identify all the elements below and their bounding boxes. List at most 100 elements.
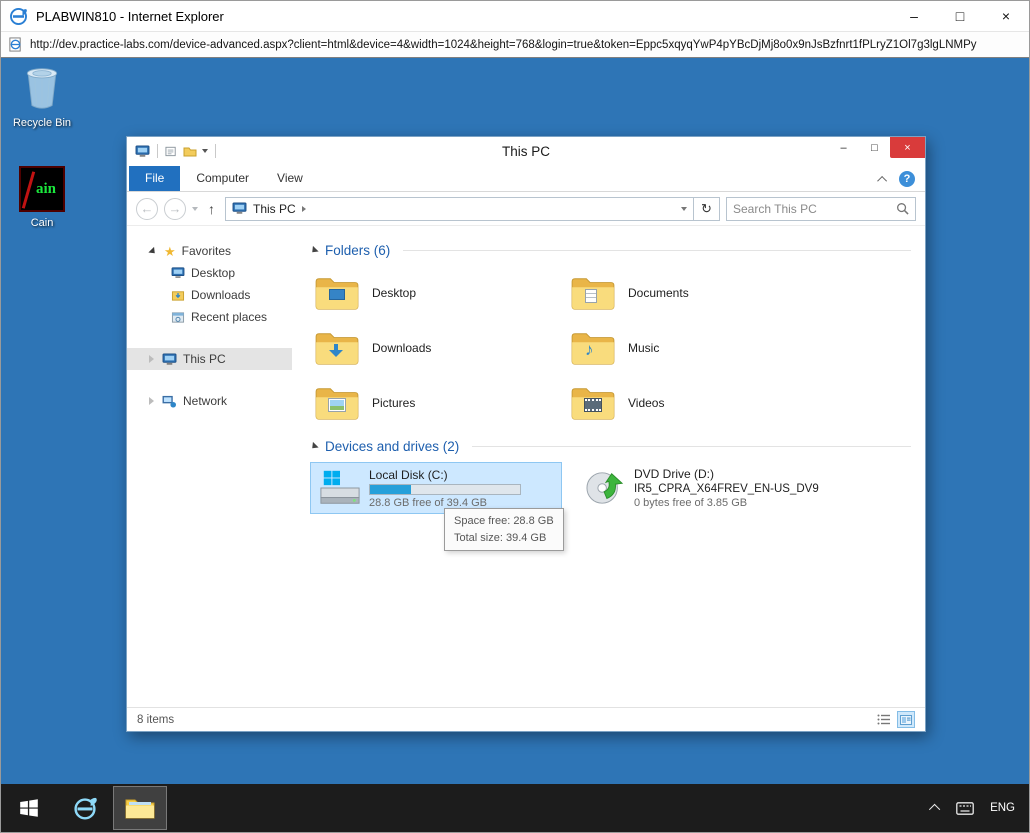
group-collapse-icon[interactable] bbox=[309, 245, 318, 254]
navigation-pane: ★ Favorites Desktop bbox=[127, 226, 292, 707]
desktop-icon bbox=[171, 267, 185, 279]
search-input[interactable] bbox=[727, 202, 896, 216]
explorer-titlebar[interactable]: This PC – □ × bbox=[127, 137, 925, 165]
folder-item-music[interactable]: Music bbox=[566, 320, 822, 375]
drive-free-space: 28.8 GB free of 39.4 GB bbox=[369, 497, 521, 509]
tooltip-space-free: Space free: 28.8 GB bbox=[454, 513, 554, 530]
folders-grid: Desktop Documents bbox=[310, 265, 911, 430]
cain-icon-text: ain bbox=[36, 181, 56, 198]
desktop-icon-label: Recycle Bin bbox=[13, 117, 71, 129]
tab-computer[interactable]: Computer bbox=[182, 166, 263, 191]
breadcrumb[interactable]: This PC bbox=[253, 202, 296, 216]
details-view-button[interactable] bbox=[874, 711, 892, 728]
sidebar-item-favorites[interactable]: ★ Favorites bbox=[127, 240, 292, 262]
new-folder-icon[interactable] bbox=[183, 145, 197, 157]
internet-explorer-icon bbox=[9, 7, 28, 26]
explorer-window-title: This PC bbox=[127, 144, 925, 159]
taskbar-internet-explorer[interactable] bbox=[57, 784, 113, 832]
help-icon[interactable] bbox=[899, 171, 915, 187]
drive-dvd-d[interactable]: DVD Drive (D:) IR5_CPRA_X64FREV_EN-US_DV… bbox=[576, 462, 828, 514]
sidebar-label: This PC bbox=[183, 352, 226, 366]
desktop-icon-label: Cain bbox=[31, 217, 54, 229]
browser-close-button[interactable]: × bbox=[983, 1, 1029, 31]
taskbar: ENG bbox=[1, 784, 1029, 832]
start-button[interactable] bbox=[1, 784, 57, 832]
toolbar-divider bbox=[215, 144, 216, 158]
explorer-close-button[interactable]: × bbox=[890, 137, 925, 158]
drive-local-disk-c[interactable]: Local Disk (C:) 28.8 GB free of 39.4 GB bbox=[310, 462, 562, 514]
sidebar-item-desktop[interactable]: Desktop bbox=[127, 262, 292, 284]
browser-minimize-button[interactable]: – bbox=[891, 1, 937, 31]
input-indicator-icon[interactable] bbox=[956, 802, 974, 815]
this-pc-icon bbox=[162, 353, 177, 366]
sidebar-item-this-pc[interactable]: This PC bbox=[127, 348, 292, 370]
disk-usage-bar bbox=[369, 484, 521, 495]
search-icon[interactable] bbox=[896, 202, 909, 215]
drive-tooltip: Space free: 28.8 GB Total size: 39.4 GB bbox=[444, 508, 564, 551]
forward-button[interactable]: → bbox=[164, 198, 186, 220]
recycle-bin-icon bbox=[20, 64, 64, 112]
back-button[interactable]: ← bbox=[136, 198, 158, 220]
folder-item-pictures[interactable]: Pictures bbox=[310, 375, 566, 430]
url-bar[interactable]: http://dev.practice-labs.com/device-adva… bbox=[1, 31, 1029, 58]
this-pc-icon bbox=[135, 145, 150, 158]
status-bar: 8 items bbox=[127, 707, 925, 731]
properties-icon[interactable] bbox=[165, 145, 178, 157]
breadcrumb-chevron-icon[interactable] bbox=[302, 206, 306, 212]
up-button[interactable]: ↑ bbox=[204, 201, 219, 217]
sidebar-item-recent-places[interactable]: Recent places bbox=[127, 306, 292, 328]
group-divider bbox=[403, 250, 911, 251]
folder-item-desktop[interactable]: Desktop bbox=[310, 265, 566, 320]
cain-icon: ain bbox=[19, 166, 65, 212]
language-indicator[interactable]: ENG bbox=[990, 802, 1015, 814]
network-icon bbox=[162, 395, 177, 408]
folder-item-downloads[interactable]: Downloads bbox=[310, 320, 566, 375]
customize-toolbar-icon[interactable] bbox=[202, 149, 208, 153]
group-header-folders[interactable]: Folders (6) bbox=[310, 240, 911, 260]
expander-icon[interactable] bbox=[148, 246, 157, 255]
ribbon-expand-icon[interactable] bbox=[877, 175, 887, 185]
internet-explorer-icon bbox=[70, 793, 100, 823]
browser-title: PLABWIN810 - Internet Explorer bbox=[36, 9, 224, 24]
hard-drive-icon bbox=[319, 469, 361, 507]
browser-titlebar: PLABWIN810 - Internet Explorer – □ × bbox=[1, 1, 1029, 31]
tab-file[interactable]: File bbox=[129, 166, 180, 191]
refresh-button[interactable]: ↻ bbox=[694, 197, 720, 221]
favorites-icon: ★ bbox=[164, 245, 176, 258]
explorer-maximize-button[interactable]: □ bbox=[859, 137, 890, 158]
desktop-icon-recycle-bin[interactable]: Recycle Bin bbox=[3, 64, 81, 129]
folder-label: Downloads bbox=[372, 341, 431, 355]
browser-maximize-button[interactable]: □ bbox=[937, 1, 983, 31]
quick-access-toolbar bbox=[135, 144, 218, 158]
dvd-drive-icon bbox=[584, 469, 626, 507]
group-label: Devices and drives (2) bbox=[325, 439, 459, 454]
group-collapse-icon[interactable] bbox=[309, 441, 318, 450]
folder-item-videos[interactable]: Videos bbox=[566, 375, 822, 430]
group-label: Folders (6) bbox=[325, 243, 390, 258]
recent-locations-icon[interactable] bbox=[192, 207, 198, 211]
desktop-icon-cain[interactable]: ain Cain bbox=[3, 166, 81, 229]
explorer-minimize-button[interactable]: – bbox=[828, 137, 859, 158]
large-icons-view-button[interactable] bbox=[897, 711, 915, 728]
taskbar-file-explorer[interactable] bbox=[113, 786, 167, 830]
sidebar-item-network[interactable]: Network bbox=[127, 390, 292, 412]
windows-logo-icon bbox=[18, 797, 40, 819]
address-bar[interactable]: This PC bbox=[225, 197, 694, 221]
folder-label: Pictures bbox=[372, 396, 415, 410]
sidebar-item-downloads[interactable]: Downloads bbox=[127, 284, 292, 306]
item-count: 8 items bbox=[137, 714, 174, 726]
expander-icon[interactable] bbox=[149, 355, 154, 363]
tab-view[interactable]: View bbox=[263, 166, 317, 191]
drives-grid: Local Disk (C:) 28.8 GB free of 39.4 GB bbox=[310, 462, 911, 514]
ribbon-tabs: File Computer View bbox=[127, 165, 925, 192]
folder-item-documents[interactable]: Documents bbox=[566, 265, 822, 320]
sidebar-label: Network bbox=[183, 394, 227, 408]
address-dropdown-icon[interactable] bbox=[681, 207, 687, 211]
expander-icon[interactable] bbox=[149, 397, 154, 405]
downloads-icon bbox=[171, 289, 185, 302]
group-header-devices[interactable]: Devices and drives (2) bbox=[310, 436, 911, 456]
toolbar-divider bbox=[157, 144, 158, 158]
show-hidden-icons-icon[interactable] bbox=[929, 804, 940, 815]
explorer-window: This PC – □ × File Computer View ← bbox=[126, 136, 926, 732]
drive-name: Local Disk (C:) bbox=[369, 468, 521, 482]
